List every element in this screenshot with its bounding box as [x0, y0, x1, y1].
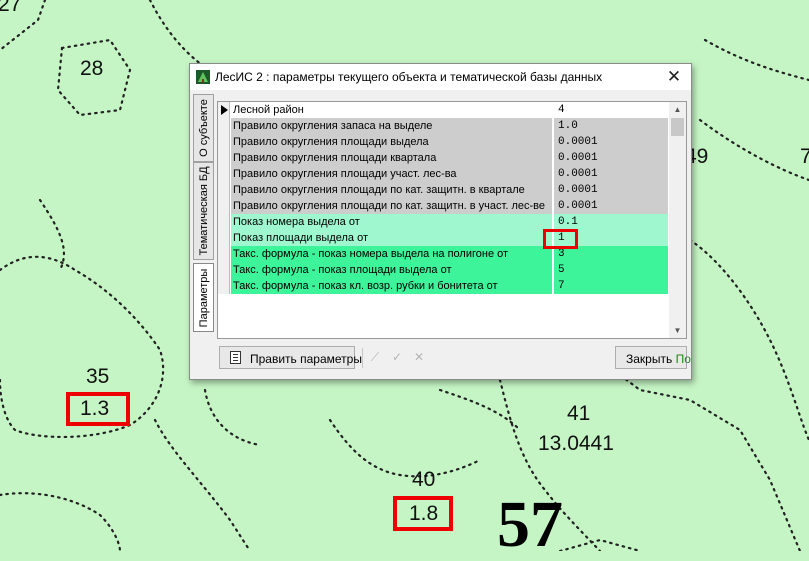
- row-indicator: [218, 278, 230, 294]
- row-indicator: [218, 134, 230, 150]
- parameters-grid: Лесной район 4 Правило округления запаса…: [217, 101, 687, 339]
- param-name: Правило округления запаса на выделе: [231, 118, 553, 134]
- close-button[interactable]: Закрыть По: [615, 346, 691, 369]
- highlight-box-40: [393, 496, 453, 531]
- param-value[interactable]: 0.0001: [554, 166, 668, 182]
- map-label-28: 28: [80, 57, 104, 80]
- edit-parameters-button[interactable]: Править параметры: [219, 346, 362, 369]
- row-indicator: [218, 118, 230, 134]
- parameters-dialog: ЛесИС 2 : параметры текущего объекта и т…: [189, 63, 692, 380]
- param-name: Такс. формула - показ кл. возр. рубки и …: [231, 278, 553, 294]
- app-icon: [196, 70, 210, 84]
- param-name: Правило округления площади выдела: [231, 134, 553, 150]
- table-row[interactable]: Правило округления площади выдела 0.0001: [218, 134, 668, 150]
- scroll-up-icon[interactable]: ▲: [669, 102, 686, 117]
- param-name: Правило округления площади квартала: [231, 150, 553, 166]
- row-indicator: [218, 150, 230, 166]
- scroll-thumb[interactable]: [671, 118, 684, 136]
- param-value[interactable]: 0.0001: [554, 182, 668, 198]
- table-row[interactable]: Такс. формула - показ номера выдела на п…: [218, 246, 668, 262]
- table-row[interactable]: Правило округления площади квартала 0.00…: [218, 150, 668, 166]
- toolbar-separator: [362, 348, 363, 368]
- table-row[interactable]: Показ номера выдела от 0.1: [218, 214, 668, 230]
- param-value[interactable]: 5: [554, 262, 668, 278]
- map-quarter-number: 57: [497, 488, 563, 561]
- close-button-suffix: По: [675, 352, 691, 366]
- table-row[interactable]: Лесной район 4: [218, 102, 668, 118]
- row-indicator: [218, 262, 230, 278]
- highlight-box-value: [543, 229, 578, 249]
- table-row[interactable]: Правило округления площади по кат. защит…: [218, 182, 668, 198]
- tab-thematic-db-label: Тематическая БД: [197, 166, 210, 256]
- table-row[interactable]: Правило округления запаса на выделе 1.0: [218, 118, 668, 134]
- scroll-down-icon[interactable]: ▼: [669, 323, 686, 338]
- tab-subject[interactable]: О субъекте: [193, 94, 214, 162]
- vertical-tabs: О субъекте Тематическая БД Параметры: [193, 94, 215, 332]
- param-value[interactable]: 1.0: [554, 118, 668, 134]
- row-indicator: [218, 102, 230, 118]
- param-name: Показ площади выдела от: [231, 230, 553, 246]
- param-name: Правило округления площади участ. лес-ва: [231, 166, 553, 182]
- map-label-7: 7: [800, 145, 809, 168]
- param-value[interactable]: 0.0001: [554, 150, 668, 166]
- map-label-35: 35: [86, 365, 110, 388]
- highlight-box-35: [66, 392, 130, 426]
- map-label-40: 40: [412, 468, 436, 491]
- param-value[interactable]: 0.0001: [554, 134, 668, 150]
- row-indicator: [218, 198, 230, 214]
- table-row[interactable]: Правило округления площади участ. лес-ва…: [218, 166, 668, 182]
- table-row[interactable]: Показ площади выдела от 1: [218, 230, 668, 246]
- tab-thematic-db[interactable]: Тематическая БД: [193, 162, 214, 260]
- row-indicator: [218, 230, 230, 246]
- dialog-titlebar[interactable]: ЛесИС 2 : параметры текущего объекта и т…: [190, 64, 691, 90]
- param-value[interactable]: 0.1: [554, 214, 668, 230]
- tab-subject-label: О субъекте: [197, 99, 210, 157]
- row-indicator: [218, 182, 230, 198]
- param-name: Показ номера выдела от: [231, 214, 553, 230]
- table-row[interactable]: Такс. формула - показ площади выдела от …: [218, 262, 668, 278]
- close-icon[interactable]: ✕: [657, 64, 691, 90]
- checkmark-icon[interactable]: ✓: [389, 350, 405, 364]
- cancel-icon[interactable]: ✕: [411, 350, 427, 364]
- map-label-41-area: 13.0441: [538, 432, 614, 455]
- row-indicator: [218, 246, 230, 262]
- pencil-icon[interactable]: ⟋: [367, 350, 383, 364]
- param-name: Такс. формула - показ номера выдела на п…: [231, 246, 553, 262]
- row-indicator: [218, 214, 230, 230]
- param-value[interactable]: 7: [554, 278, 668, 294]
- dialog-toolbar: Править параметры ⟋ ✓ ✕ Закрыть По: [217, 344, 691, 372]
- param-name: Правило округления площади по кат. защит…: [231, 182, 553, 198]
- map-label-27: 27: [0, 0, 22, 16]
- edit-parameters-label: Править параметры: [250, 352, 362, 366]
- param-name: Правило округления площади по кат. защит…: [231, 198, 553, 214]
- param-name: Лесной район: [231, 102, 553, 118]
- tab-parameters[interactable]: Параметры: [193, 263, 214, 332]
- vertical-scrollbar[interactable]: ▲ ▼: [669, 102, 686, 338]
- table-row[interactable]: Правило округления площади по кат. защит…: [218, 198, 668, 214]
- current-row-arrow-icon: [221, 105, 228, 115]
- map-label-41: 41: [567, 402, 591, 425]
- dialog-title: ЛесИС 2 : параметры текущего объекта и т…: [215, 70, 603, 84]
- table-row[interactable]: Такс. формула - показ кл. возр. рубки и …: [218, 278, 668, 294]
- param-value[interactable]: 4: [554, 102, 668, 118]
- close-button-label: Закрыть По: [626, 352, 691, 366]
- document-icon: [230, 351, 241, 364]
- param-name: Такс. формула - показ площади выдела от: [231, 262, 553, 278]
- param-value[interactable]: 0.0001: [554, 198, 668, 214]
- tab-parameters-label: Параметры: [197, 268, 210, 327]
- row-indicator: [218, 166, 230, 182]
